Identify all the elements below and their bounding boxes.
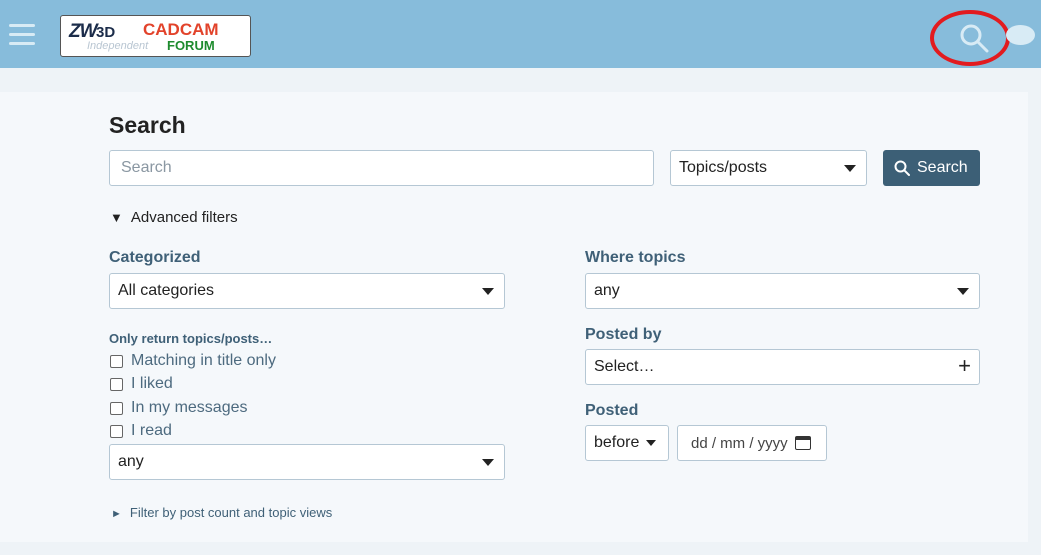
advanced-filters-label: Advanced filters: [130, 209, 238, 226]
checkbox[interactable]: [110, 377, 123, 391]
search-icon: [960, 24, 989, 53]
checkbox-i-liked[interactable]: I liked: [110, 374, 173, 394]
logo-independent-text: Independent: [87, 40, 149, 52]
chevron-down-icon: [957, 288, 969, 295]
status-select[interactable]: any: [109, 444, 505, 480]
checkbox-label: Matching in title only: [131, 352, 276, 369]
date-placeholder: dd / mm / yyyy: [691, 434, 788, 452]
site-logo[interactable]: ZW 3D CADCAM Independent FORUM: [60, 15, 251, 57]
chevron-down-icon: [482, 459, 494, 466]
posted-by-placeholder: Select…: [594, 358, 655, 375]
search-input[interactable]: Search: [109, 150, 654, 186]
where-topics-label: Where topics: [585, 249, 686, 266]
filter-link-label: Filter by post count and topic views: [129, 505, 333, 520]
category-select[interactable]: All categories: [109, 273, 505, 309]
checkbox-my-messages[interactable]: In my messages: [110, 398, 247, 418]
chevron-down-icon: [482, 288, 494, 295]
checkbox-label: I liked: [131, 375, 173, 392]
search-type-value: Topics/posts: [679, 159, 768, 176]
filter-post-count-toggle[interactable]: ► Filter by post count and topic views: [111, 505, 332, 520]
checkbox-matching-title[interactable]: Matching in title only: [110, 351, 276, 371]
logo-forum-text: FORUM: [167, 38, 215, 53]
chevron-down-icon: [646, 440, 656, 446]
triangle-down-icon: ▼: [110, 210, 123, 225]
status-value: any: [118, 453, 144, 470]
where-topics-select[interactable]: any: [585, 273, 980, 309]
checkbox[interactable]: [110, 424, 123, 438]
logo-cadcam-text: CADCAM: [143, 20, 219, 39]
header-search-button[interactable]: [930, 10, 1010, 66]
chevron-down-icon: [844, 165, 856, 172]
where-topics-value: any: [594, 282, 620, 299]
posted-by-label: Posted by: [585, 326, 662, 343]
category-value: All categories: [118, 282, 215, 299]
page-title: Search: [109, 112, 186, 138]
chat-bubble-icon[interactable]: [1006, 25, 1035, 45]
categorized-label: Categorized: [109, 249, 201, 266]
only-return-label: Only return topics/posts…: [109, 331, 273, 346]
posted-label: Posted: [585, 402, 639, 419]
search-icon: [894, 160, 910, 176]
checkbox-label: I read: [131, 422, 172, 439]
posted-by-select[interactable]: Select… +: [585, 349, 980, 385]
search-button-label: Search: [917, 159, 968, 176]
hamburger-icon[interactable]: [9, 24, 35, 46]
search-button[interactable]: Search: [883, 150, 980, 186]
advanced-filters-toggle[interactable]: ▼ Advanced filters: [110, 209, 238, 226]
checkbox-i-read[interactable]: I read: [110, 421, 172, 441]
logo-3d-text: 3D: [96, 24, 116, 41]
checkbox[interactable]: [110, 354, 123, 368]
search-input-placeholder: Search: [121, 159, 172, 176]
search-type-select[interactable]: Topics/posts: [670, 150, 867, 186]
plus-icon: +: [958, 353, 971, 378]
posted-date-input[interactable]: dd / mm / yyyy: [677, 425, 827, 461]
checkbox[interactable]: [110, 401, 123, 415]
calendar-icon[interactable]: [795, 436, 811, 450]
site-header: ZW 3D CADCAM Independent FORUM: [0, 0, 1041, 68]
posted-when-value: before: [594, 434, 640, 451]
checkbox-label: In my messages: [131, 399, 248, 416]
triangle-right-icon: ►: [111, 508, 122, 520]
posted-when-select[interactable]: before: [585, 425, 669, 461]
